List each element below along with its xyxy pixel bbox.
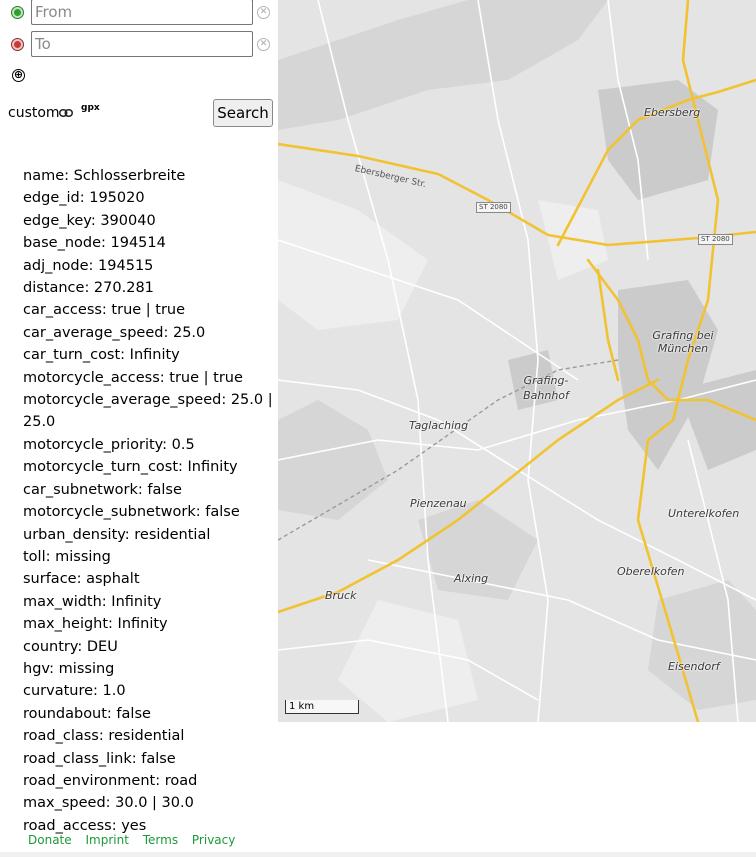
detail-line: roundabout: false — [23, 705, 151, 722]
place-label-taglaching: Taglaching — [409, 419, 469, 432]
gpx-export-button[interactable]: gpx — [81, 103, 100, 113]
place-label-ebersberg: Ebersberg — [644, 106, 701, 119]
place-label-bruck: Bruck — [325, 589, 357, 602]
donate-link[interactable]: Donate — [28, 833, 72, 847]
detail-line: max_width: Infinity — [23, 593, 162, 610]
place-label-unterelkofen: Unterelkofen — [668, 507, 740, 520]
edge-details: name: Schlosserbreite edge_id: 195020 edge… — [23, 165, 275, 837]
detail-line: motorcycle_priority: 0.5 — [23, 436, 195, 453]
start-marker-icon — [12, 6, 23, 18]
detail-line: curvature: 1.0 — [23, 683, 126, 700]
to-row: ✕ — [12, 30, 270, 58]
detail-line: base_node: 194514 — [23, 235, 166, 252]
detail-line: edge_id: 195020 — [23, 190, 145, 207]
from-input[interactable] — [31, 0, 253, 25]
detail-line: road_class: residential — [23, 728, 185, 745]
detail-line: motorcycle_subnetwork: false — [23, 504, 240, 521]
detail-line: road_class_link: false — [23, 750, 176, 767]
detail-line: distance: 270.281 — [23, 280, 154, 297]
privacy-link[interactable]: Privacy — [192, 833, 235, 847]
end-marker-icon — [12, 38, 23, 50]
detail-line: car_subnetwork: false — [23, 481, 182, 498]
detail-line: motorcycle_turn_cost: Infinity — [23, 459, 238, 476]
detail-line: adj_node: 194515 — [23, 257, 154, 274]
detail-line: car_turn_cost: Infinity — [23, 347, 180, 364]
detail-line: country: DEU — [23, 638, 118, 655]
scale-label: 1 km — [289, 701, 315, 712]
detail-line: max_speed: 30.0 | 30.0 — [23, 795, 194, 812]
road-shield: ST 2080 — [698, 234, 733, 245]
imprint-link[interactable]: Imprint — [85, 833, 128, 847]
detail-line: urban_density: residential — [23, 526, 211, 543]
place-label-eisendorf: Eisendorf — [668, 660, 720, 673]
detail-line: toll: missing — [23, 548, 111, 565]
terms-link[interactable]: Terms — [143, 833, 178, 847]
detail-line: surface: asphalt — [23, 571, 140, 588]
detail-line: max_height: Infinity — [23, 616, 168, 633]
footer-links: Donate Imprint Terms Privacy — [28, 833, 245, 847]
place-label-grafing-bahnhof: Grafing-Bahnhof — [523, 374, 569, 402]
place-label-grafing: Grafing bei München — [652, 329, 714, 355]
map-scale-bar: 1 km — [285, 700, 359, 714]
place-label-oberelkofen: Oberelkofen — [617, 565, 685, 578]
search-button[interactable]: Search — [213, 99, 273, 127]
add-point-icon[interactable]: ⊕ — [12, 69, 25, 82]
clear-from-icon[interactable]: ✕ — [257, 5, 270, 19]
share-link-icon[interactable] — [59, 109, 73, 117]
detail-line: road_environment: road — [23, 772, 198, 789]
detail-line: name: Schlosserbreite — [23, 168, 186, 184]
to-input[interactable] — [31, 31, 253, 57]
road-shield: ST 2080 — [476, 202, 511, 213]
place-label-pienzenau: Pienzenau — [410, 497, 467, 510]
detail-line: car_average_speed: 25.0 — [23, 324, 206, 341]
custom-model-toggle[interactable]: custom — [8, 105, 60, 121]
place-label-alxing: Alxing — [454, 572, 489, 585]
sidebar: ✕ ✕ ⊕ custom gpx Search name: Schlosserb… — [0, 0, 278, 857]
detail-line: hgv: missing — [23, 660, 115, 677]
map-view[interactable]: Ebersberg Grafing bei München Grafing-Ba… — [278, 0, 756, 722]
bottom-strip — [0, 852, 756, 857]
detail-line: edge_key: 390040 — [23, 212, 156, 229]
detail-line: motorcycle_average_speed: 25.0 | 25.0 — [23, 392, 273, 431]
detail-line: car_access: true | true — [23, 302, 186, 319]
from-row: ✕ — [12, 0, 270, 26]
clear-to-icon[interactable]: ✕ — [257, 37, 270, 51]
detail-line: motorcycle_access: true | true — [23, 369, 243, 386]
